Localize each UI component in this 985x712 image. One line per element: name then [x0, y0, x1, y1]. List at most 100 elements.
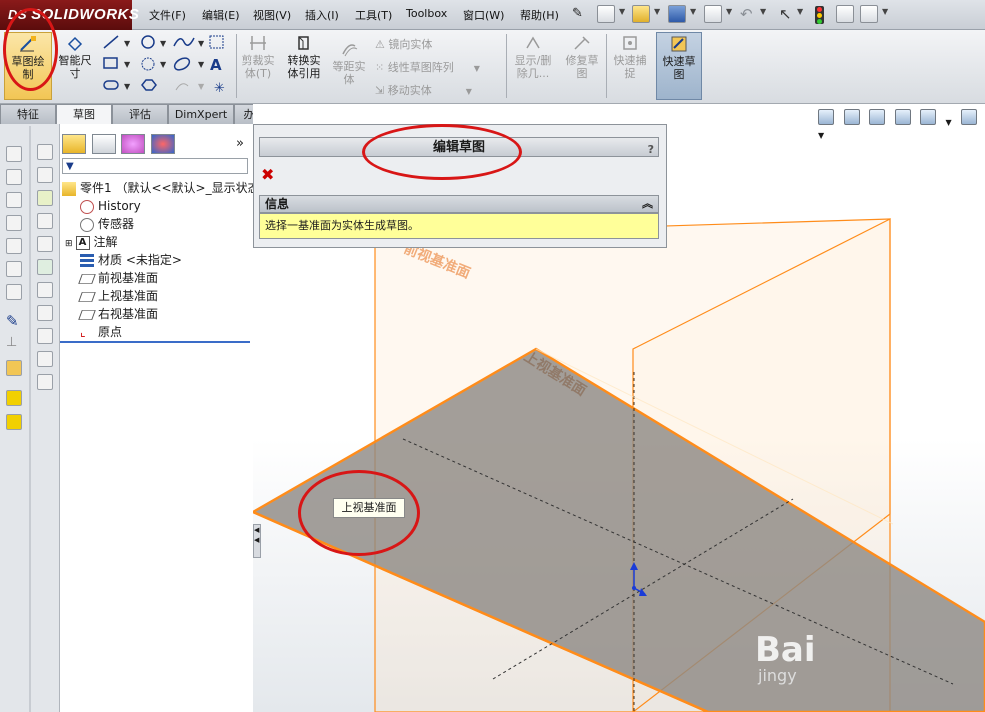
centerline-tool-icon[interactable] [175, 83, 189, 91]
point-tool-icon[interactable]: ✳ [214, 81, 225, 94]
tree-item-history[interactable]: History [80, 197, 141, 215]
undo-dropdown-icon[interactable]: ▼ [760, 7, 768, 25]
table-icon[interactable] [37, 259, 53, 275]
slot-tool-icon[interactable] [103, 80, 119, 90]
menu-file[interactable]: 文件(F) [149, 7, 186, 23]
rollback-bar[interactable] [60, 341, 250, 343]
box-icon[interactable] [6, 215, 22, 231]
tree-item-material[interactable]: 材质 <未指定> [80, 251, 182, 269]
select-cursor-icon[interactable]: ↖ [779, 5, 792, 23]
feature-manager-tab-icon[interactable] [62, 134, 86, 154]
text-tool-icon[interactable]: A [210, 56, 222, 74]
file-properties-icon[interactable] [836, 5, 854, 23]
tab-evaluate[interactable]: 评估 [112, 104, 168, 124]
menu-edit[interactable]: 编辑(E) [202, 7, 240, 23]
box-icon[interactable] [6, 169, 22, 185]
circle-dropdown-icon[interactable]: ▼ [160, 39, 167, 48]
quick-snaps-button[interactable]: 快速捕 捉 [609, 32, 651, 100]
block-icon[interactable] [6, 360, 22, 376]
display-dropdown-icon[interactable]: ▼ [818, 131, 824, 140]
previous-view-icon[interactable] [869, 109, 885, 125]
tab-sketch[interactable]: 草图 [56, 104, 112, 125]
table-icon[interactable] [37, 305, 53, 321]
new-dropdown-icon[interactable]: ▼ [619, 7, 627, 25]
tree-item-top-plane[interactable]: 上视基准面 [78, 287, 158, 305]
line-tool-icon[interactable] [103, 35, 119, 49]
tree-item-sensors[interactable]: 传感器 [80, 215, 134, 233]
rapid-sketch-button[interactable]: 快速草 图 [656, 32, 702, 100]
smart-dimension-button[interactable]: 智能尺 寸 [54, 32, 96, 100]
ellipse-tool-icon[interactable] [173, 56, 192, 73]
menu-window[interactable]: 窗口(W) [463, 7, 504, 23]
sketch-fillet-grid-icon[interactable] [209, 35, 224, 49]
move-dropdown-icon[interactable]: ▼ [466, 87, 472, 96]
menu-insert[interactable]: 插入(I) [305, 7, 339, 23]
new-document-icon[interactable] [597, 5, 615, 23]
tree-filter[interactable]: ▼ [62, 158, 248, 174]
box-icon[interactable] [6, 192, 22, 208]
save-dropdown-icon[interactable]: ▼ [690, 7, 698, 25]
menu-toolbox[interactable]: Toolbox [406, 7, 447, 20]
tree-item-annotations[interactable]: ⊞ A 注解 [65, 233, 118, 253]
centerline-dropdown-icon[interactable]: ▼ [198, 82, 205, 91]
add-relation-icon[interactable]: ⊥ [6, 335, 17, 350]
repair-sketch-button[interactable]: 修复草 图 [561, 32, 603, 100]
save-icon[interactable] [668, 5, 686, 23]
display-manager-tab-icon[interactable] [150, 134, 175, 154]
display-delete-relations-button[interactable]: 显示/删 除几... [510, 32, 556, 100]
tree-item-right-plane[interactable]: 右视基准面 [78, 305, 158, 323]
tree-item-front-plane[interactable]: 前视基准面 [78, 269, 158, 287]
open-dropdown-icon[interactable]: ▼ [654, 7, 662, 25]
table-icon[interactable] [37, 328, 53, 344]
expand-arrows-icon[interactable]: » [236, 136, 244, 151]
rectangle-tool-icon[interactable] [103, 57, 118, 69]
expand-plus-icon[interactable]: ⊞ [65, 239, 73, 249]
print-dropdown-icon[interactable]: ▼ [726, 7, 734, 25]
line-dropdown-icon[interactable]: ▼ [124, 39, 131, 48]
ellipse-dropdown-icon[interactable]: ▼ [198, 60, 205, 69]
table-icon[interactable] [37, 190, 53, 206]
rebuild-traffic-light-icon[interactable] [815, 6, 824, 24]
spline-dropdown-icon[interactable]: ▼ [198, 39, 205, 48]
open-folder-icon[interactable] [632, 5, 650, 23]
print-icon[interactable] [704, 5, 722, 23]
table-icon[interactable] [37, 374, 53, 390]
tree-root-part[interactable]: 零件1 （默认<<默认>_显示状态 [62, 179, 260, 197]
info-group-header[interactable]: 信息 ︽ [259, 195, 659, 213]
offset-entities-button[interactable]: 等距实 体 [328, 38, 370, 106]
orientation-dropdown-icon[interactable]: ▼ [946, 118, 952, 127]
mirror-entities-button[interactable]: ⚠ 镜向实体 [375, 36, 432, 52]
help-icon[interactable]: ? [648, 140, 654, 159]
box-icon[interactable] [6, 261, 22, 277]
circle-tool-icon[interactable] [141, 35, 155, 49]
trim-entities-button[interactable]: 剪裁实 体(T) [238, 32, 278, 100]
sketch-pencil-icon[interactable]: ✎ [6, 312, 19, 330]
plane-icon[interactable] [6, 414, 22, 430]
polygon-tool-icon[interactable] [141, 79, 157, 91]
tree-item-origin[interactable]: ⌞ 原点 [80, 323, 122, 341]
display-style-icon[interactable] [961, 109, 978, 125]
plane-icon[interactable] [6, 390, 22, 406]
property-manager-tab-icon[interactable] [91, 134, 116, 154]
linear-pattern-button[interactable]: ⁙ 线性草图阵列 ▼ [375, 59, 480, 75]
menu-help[interactable]: 帮助(H) [520, 7, 559, 23]
select-dropdown-icon[interactable]: ▼ [797, 7, 805, 25]
pin-icon[interactable]: ✎ [572, 6, 583, 21]
table-icon[interactable] [37, 144, 53, 160]
table-icon[interactable] [37, 167, 53, 183]
box-icon[interactable] [6, 146, 22, 162]
table-icon[interactable] [37, 351, 53, 367]
tab-dimxpert[interactable]: DimXpert [168, 104, 234, 124]
tab-features[interactable]: 特征 [0, 104, 56, 124]
view-orientation-icon[interactable] [920, 109, 936, 125]
table-icon[interactable] [37, 236, 53, 252]
slot-dropdown-icon[interactable]: ▼ [124, 82, 131, 91]
menu-view[interactable]: 视图(V) [253, 7, 291, 23]
zoom-area-icon[interactable] [843, 109, 860, 125]
table-icon[interactable] [37, 213, 53, 229]
spline-tool-icon[interactable] [173, 37, 195, 47]
dimxpert-manager-tab-icon[interactable] [121, 134, 145, 154]
options-dropdown-icon[interactable]: ▼ [882, 7, 890, 25]
pattern-dropdown-icon[interactable]: ▼ [474, 64, 480, 73]
collapse-chevron-icon[interactable]: ︽ [642, 196, 653, 212]
